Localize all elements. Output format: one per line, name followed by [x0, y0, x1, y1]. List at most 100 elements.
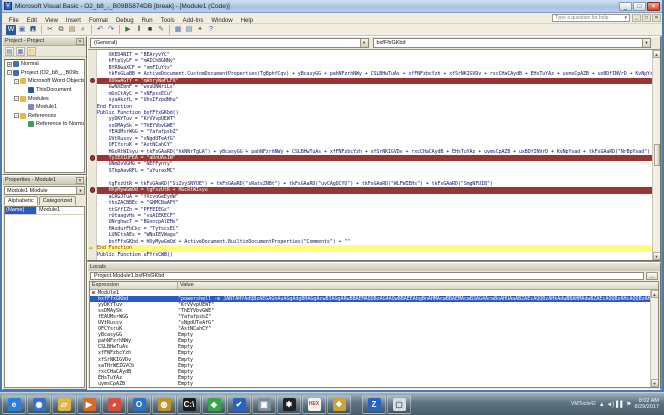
- tree-node-icon: [28, 87, 34, 93]
- minimize-button[interactable]: _: [619, 2, 632, 11]
- breakpoint-margin[interactable]: ➜: [88, 50, 97, 260]
- mdi-restore-button[interactable]: □: [642, 14, 651, 22]
- project-tree: +Normal-Project (O2_b8_,_B09b-Microsoft …: [4, 59, 85, 173]
- menu-bar: FileEditViewInsertFormatDebugRunToolsAdd…: [2, 13, 662, 24]
- taskbar-dvd-tool-icon[interactable]: ◍: [152, 395, 176, 414]
- scroll-up-icon[interactable]: ▲: [653, 50, 661, 58]
- chevron-down-icon: ▼: [360, 39, 368, 47]
- view-object-icon[interactable]: ▦: [16, 47, 25, 56]
- call-stack-button[interactable]: ...: [646, 272, 658, 280]
- toggle-folders-icon[interactable]: 📁: [27, 47, 36, 56]
- tree-expander-icon[interactable]: -: [14, 113, 19, 118]
- taskbar-hex-editor-icon[interactable]: HEX: [302, 395, 326, 414]
- tree-item-thisdocument[interactable]: ThisDocument: [5, 86, 84, 95]
- scroll-down-icon[interactable]: ▼: [653, 252, 661, 260]
- breakpoint-icon[interactable]: [90, 78, 96, 84]
- taskbar-powershell-icon[interactable]: Z: [362, 395, 386, 414]
- locals-context-box: Project.Module1.bxfFfxGKbd: [90, 272, 644, 280]
- code-line[interactable]: Public Function uFYrsCWB(): [97, 252, 652, 258]
- vm-tools-label: VMTools42: [571, 401, 596, 407]
- object-dropdown[interactable]: (General) ▼: [90, 38, 369, 48]
- help-icon[interactable]: ?: [206, 25, 216, 35]
- run-icon[interactable]: ▶: [123, 25, 133, 35]
- tree-expander-icon[interactable]: +: [7, 62, 12, 67]
- mdi-close-button[interactable]: ✕: [652, 14, 661, 22]
- properties-panel: Properties - Module1 ✕ Module1 Module ▼ …: [2, 175, 87, 390]
- tab-categorized[interactable]: Categorized: [39, 196, 77, 205]
- tree-item-module1[interactable]: Module1: [5, 103, 84, 112]
- taskbar-photo-viewer-icon[interactable]: ▣: [252, 395, 276, 414]
- breakpoint-icon[interactable]: [90, 155, 96, 161]
- properties-object-dropdown[interactable]: Module1 Module ▼: [4, 186, 85, 195]
- taskbar-process-hacker-icon[interactable]: ◆: [202, 395, 226, 414]
- object-browser-icon[interactable]: ✦: [195, 25, 205, 35]
- tree-item-microsoft-word-objects[interactable]: -Microsoft Word Objects: [5, 77, 84, 86]
- tree-node-icon: [13, 70, 19, 76]
- taskbar-clock[interactable]: 8:02 AM 8/29/2017: [635, 398, 662, 411]
- code-vertical-scrollbar[interactable]: ▲ ▼: [652, 50, 660, 260]
- design-mode-icon[interactable]: ✎: [156, 25, 166, 35]
- break-icon[interactable]: ‖: [134, 25, 144, 35]
- taskbar-chrome-icon[interactable]: ◕: [102, 395, 126, 414]
- taskbar-opera-icon[interactable]: O: [127, 395, 151, 414]
- copy-icon[interactable]: ⧉: [56, 25, 66, 35]
- property-row[interactable]: (Name)Module1: [5, 207, 84, 215]
- reset-icon[interactable]: ■: [145, 25, 155, 35]
- undo-icon[interactable]: ↶: [95, 25, 105, 35]
- code-window: (General) ▼ bxfFfxGKbd ▼ ➜ XKED4NIT = "B…: [87, 36, 661, 261]
- property-name: (Name): [5, 207, 37, 214]
- maximize-button[interactable]: □: [633, 2, 646, 11]
- tree-item-label: Modules: [28, 96, 49, 102]
- tree-expander-icon[interactable]: -: [7, 70, 12, 75]
- tree-item-modules[interactable]: - Modules: [5, 94, 84, 103]
- paste-icon[interactable]: ▤: [67, 25, 77, 35]
- code-editor[interactable]: XKED4NIT = "BEAryvYC" hFtpSyLF = "mAICh8…: [97, 50, 652, 260]
- taskbar-debugger-icon[interactable]: ❖: [327, 395, 351, 414]
- taskbar-autoruns-icon[interactable]: ✔: [227, 395, 251, 414]
- redo-icon[interactable]: ↷: [106, 25, 116, 35]
- code-line[interactable]: HGcRtWIsyu = tkFsGAaRD("hkNNrTgLA") + yB…: [97, 149, 652, 155]
- chevron-down-icon: ▾: [624, 15, 627, 21]
- locals-row[interactable]: uxBDfINVrDEmpty: [90, 387, 658, 388]
- breakpoint-icon[interactable]: [90, 187, 96, 193]
- project-panel-close-icon[interactable]: ✕: [76, 38, 84, 45]
- tree-item-reference-to-normal[interactable]: Reference to Normal: [5, 120, 84, 129]
- scrollbar-thumb[interactable]: [654, 144, 660, 166]
- tree-item-project-o2-b8-b09b[interactable]: -Project (O2_b8_,_B09b: [5, 69, 84, 78]
- windows-taskbar: e◉▱▶◕O◍C:\◆✔▣✱HEX❖ Z▢ VMTools42 ▲ ◄) ▌▌ ⚑…: [0, 392, 664, 415]
- properties-window-icon[interactable]: ▤: [184, 25, 194, 35]
- cut-icon[interactable]: ✂: [45, 25, 55, 35]
- save-icon[interactable]: 🖪: [28, 25, 38, 35]
- tree-expander-icon[interactable]: -: [14, 96, 19, 101]
- find-icon[interactable]: ⌕: [78, 25, 88, 35]
- mdi-minimize-button[interactable]: _: [632, 14, 641, 22]
- properties-panel-close-icon[interactable]: ✕: [76, 177, 84, 184]
- insert-userform-icon[interactable]: ▣: [17, 25, 27, 35]
- taskbar-cmd-icon[interactable]: C:\: [177, 395, 201, 414]
- taskbar-ie-icon[interactable]: e: [2, 395, 26, 414]
- properties-panel-title: Properties - Module1: [5, 177, 76, 183]
- locals-col-expression: Expression: [90, 282, 178, 289]
- tree-expander-icon[interactable]: -: [14, 79, 19, 84]
- scroll-up-icon[interactable]: ▲: [651, 290, 659, 298]
- scroll-down-icon[interactable]: ▼: [651, 379, 659, 387]
- view-word-icon[interactable]: W: [6, 25, 16, 35]
- show-hidden-icons[interactable]: ▲ ◄) ▌▌ ⚑: [599, 401, 632, 408]
- locals-vertical-scrollbar[interactable]: ▲ ▼: [650, 290, 658, 387]
- help-search-input[interactable]: Type a question for help ▾: [552, 14, 630, 22]
- code-line[interactable]: tkFsGLaBB = ActiveDocument.CustomDocumen…: [97, 71, 652, 77]
- procedure-dropdown[interactable]: bxfFfxGKbd ▼: [373, 38, 652, 48]
- close-button[interactable]: ✕: [647, 2, 660, 11]
- property-value[interactable]: Module1: [37, 207, 84, 214]
- taskbar-explorer-folder-icon[interactable]: ▱: [52, 395, 76, 414]
- tree-item-references[interactable]: -References: [5, 112, 84, 121]
- tab-alphabetic[interactable]: Alphabetic: [4, 196, 38, 205]
- tree-node-icon: [28, 104, 34, 110]
- project-explorer-icon[interactable]: ▦: [173, 25, 183, 35]
- taskbar-media-player-icon[interactable]: ▶: [77, 395, 101, 414]
- taskbar-bug-analyzer-icon[interactable]: ✱: [277, 395, 301, 414]
- taskbar-browser-swirl-icon[interactable]: ◉: [27, 395, 51, 414]
- tree-item-normal[interactable]: +Normal: [5, 60, 84, 69]
- view-code-icon[interactable]: ▤: [5, 47, 14, 56]
- taskbar-notes-window-icon[interactable]: ▢: [387, 395, 411, 414]
